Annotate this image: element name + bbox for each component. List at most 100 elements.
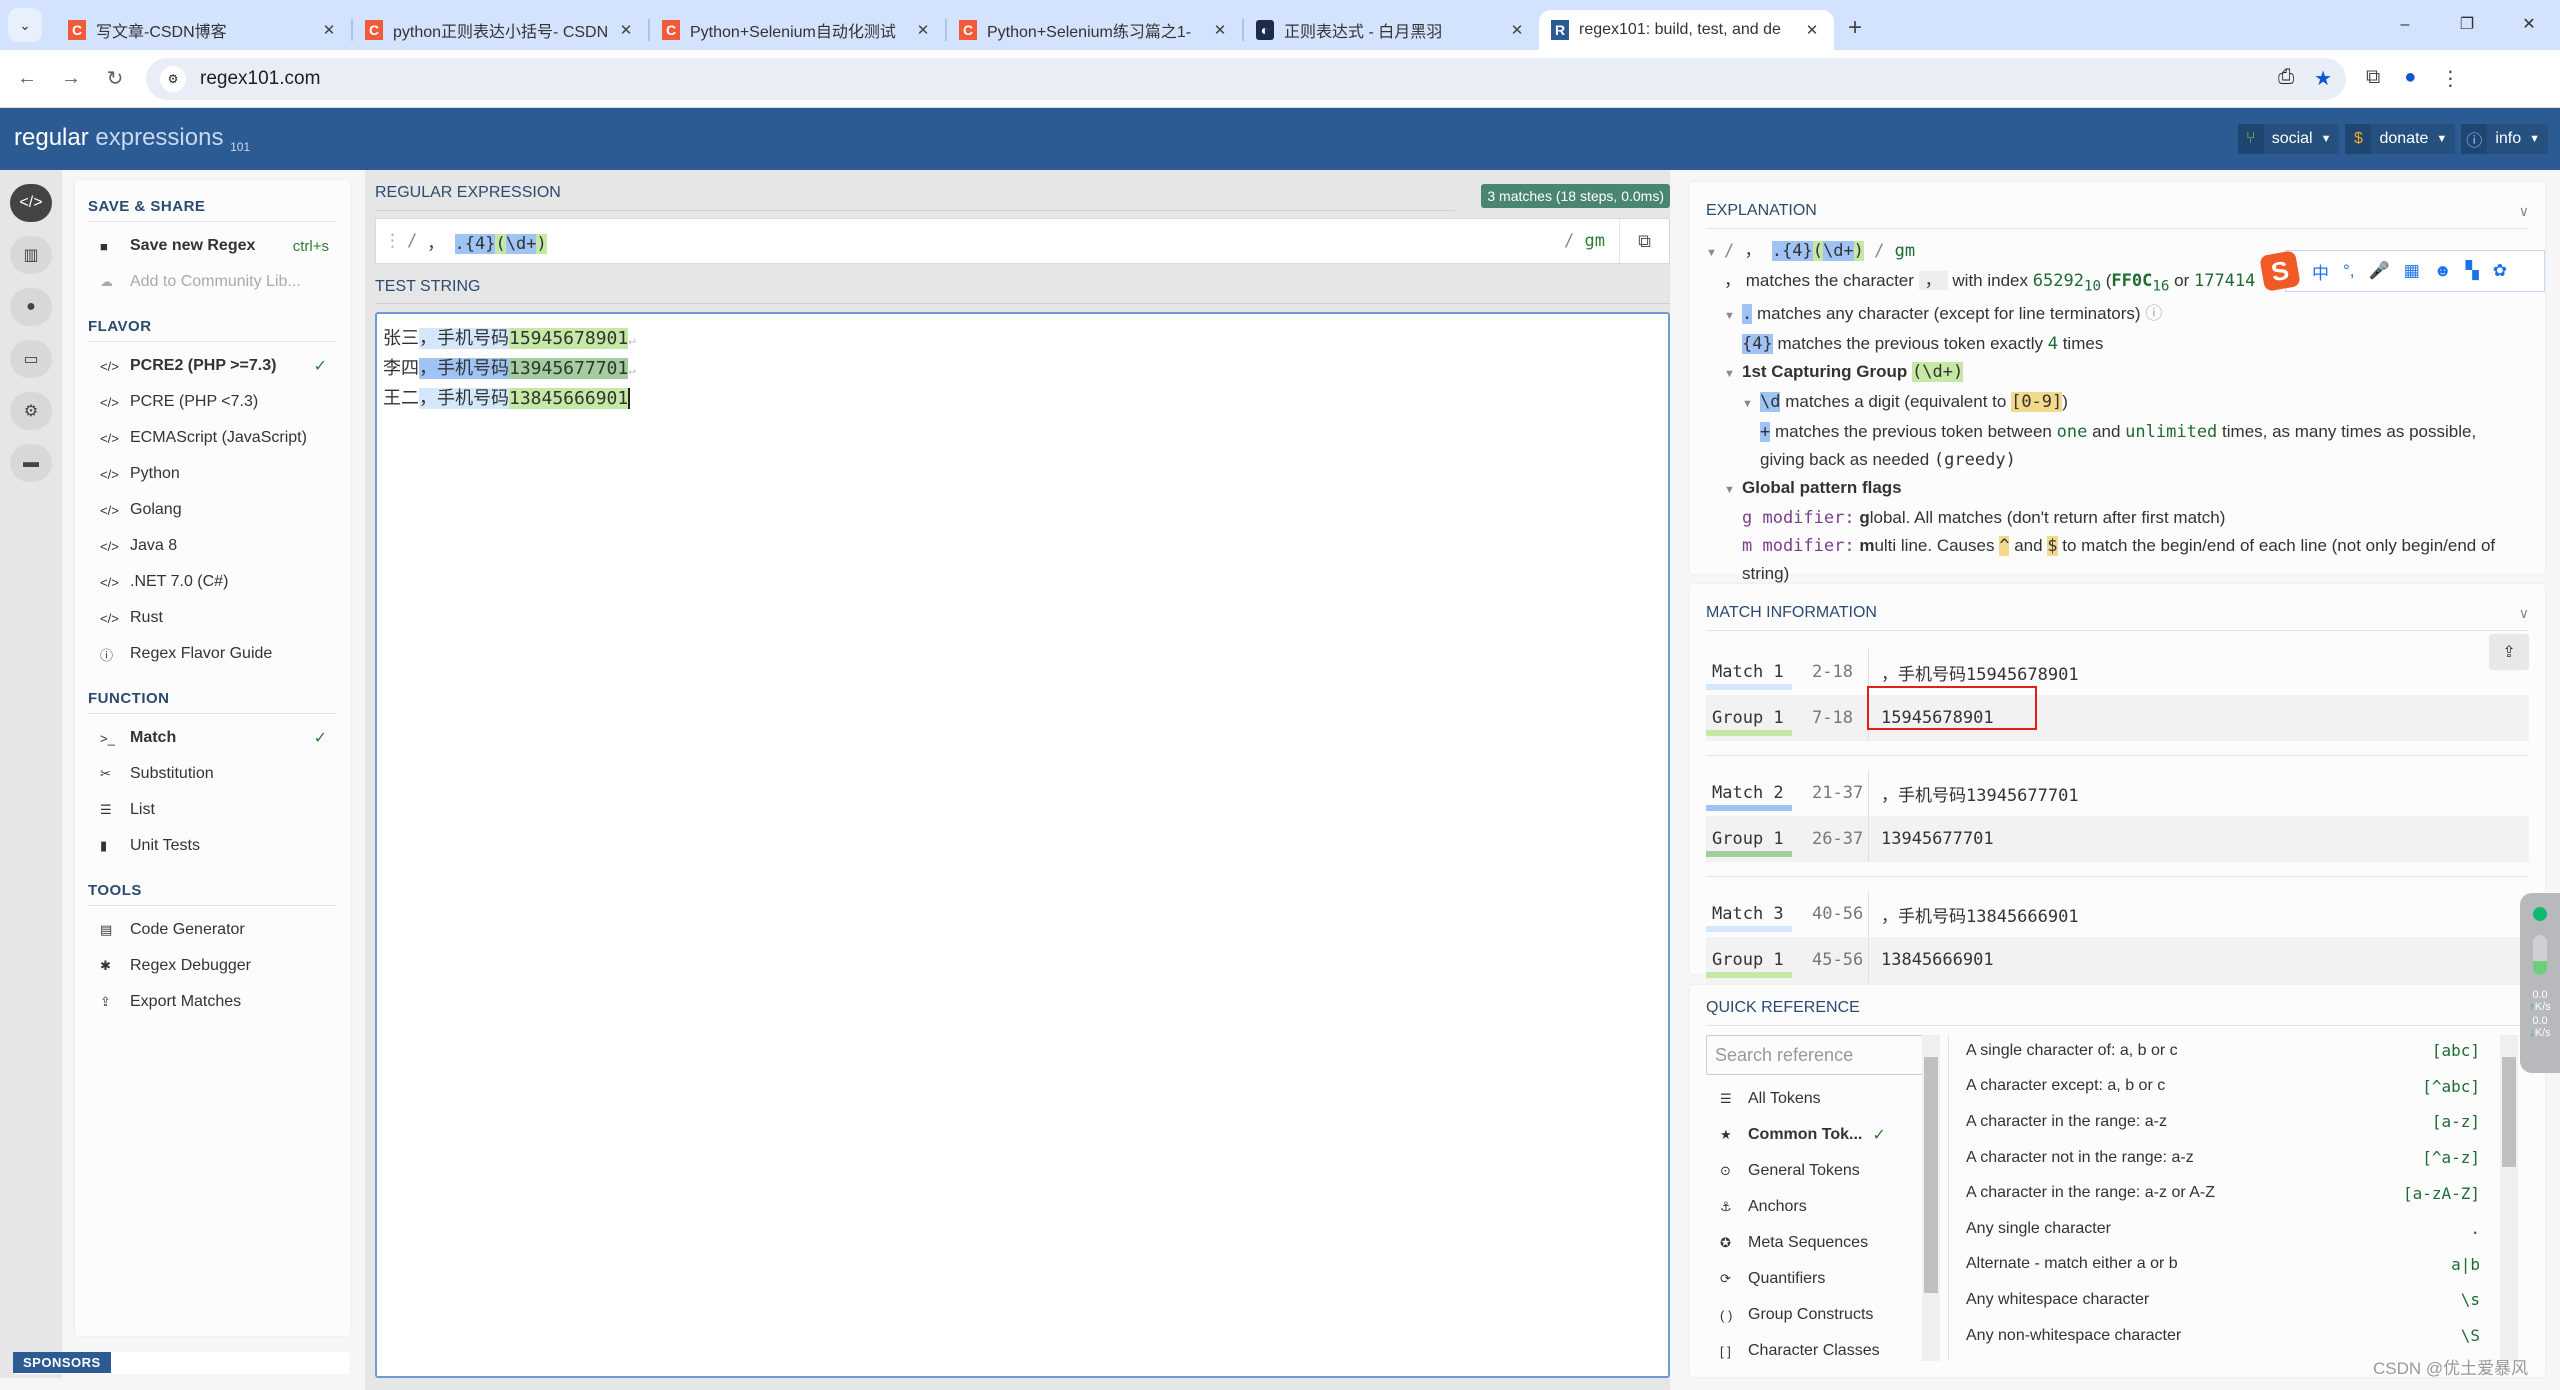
new-tab-button[interactable]: + (1848, 14, 1862, 42)
export-matches-button[interactable]: ⇪ (2489, 634, 2529, 670)
help-circle-icon[interactable]: ⓘ (2145, 304, 2162, 323)
chevron-down-icon[interactable]: ∨ (2519, 605, 2529, 622)
browser-tab[interactable]: ◐ 正则表达式 - 白月黑羽 ✕ (1244, 10, 1539, 50)
reload-icon[interactable]: ↻ (98, 66, 132, 91)
social-button[interactable]: ⑂ social ▼ (2237, 124, 2340, 154)
close-tab-icon[interactable]: ✕ (913, 21, 933, 39)
quick-reference-header[interactable]: QUICK REFERENCE (1706, 985, 2529, 1026)
qref-category[interactable]: ( ) Group Constructs (1706, 1297, 1946, 1333)
collapse-icon[interactable]: ▼ (1724, 477, 1742, 504)
qref-item[interactable]: A character not in the range: a-z [^a-z] (1966, 1140, 2490, 1176)
scrollbar-thumb[interactable] (1924, 1057, 1938, 1293)
rail-account-button[interactable]: ● (10, 288, 52, 326)
info-button[interactable]: ⓘ info ▼ (2461, 124, 2548, 154)
match-row[interactable]: Match 3 40-56 ，手机号码13845666901 (1706, 891, 2529, 937)
qref-category[interactable]: [ ] Character Classes (1706, 1333, 1946, 1369)
face-icon[interactable]: ☻ (2434, 261, 2452, 281)
minimize-icon[interactable]: – (2374, 0, 2436, 50)
qref-category[interactable]: ✪ Meta Sequences (1706, 1225, 1946, 1261)
qref-item[interactable]: Alternate - match either a or b a|b (1966, 1247, 2490, 1283)
ime-punct-toggle[interactable]: °, (2343, 261, 2355, 281)
regex-input[interactable]: ⋮ / ， .{4}(\d+) / gm ⧉ (375, 218, 1670, 264)
scrollbar-thumb[interactable] (2502, 1057, 2516, 1167)
rail-editor-button[interactable]: </> (10, 184, 52, 222)
browser-tab[interactable]: C Python+Selenium练习篇之1- ✕ (947, 10, 1242, 50)
profile-icon[interactable]: ● (2404, 66, 2416, 91)
rail-quiz-button[interactable]: ▭ (10, 340, 52, 378)
qref-category[interactable]: ★ Common Tok... ✓ (1706, 1117, 1946, 1153)
rail-library-button[interactable]: ▥ (10, 236, 52, 274)
keyboard-icon[interactable]: ▦ (2404, 261, 2420, 281)
flavor-guide-link[interactable]: ⓘ Regex Flavor Guide (88, 636, 337, 672)
flavor-item[interactable]: </> .NET 7.0 (C#) (88, 564, 337, 600)
qref-item[interactable]: A character in the range: a-z or A-Z [a-z… (1966, 1175, 2490, 1211)
tool-regex-debugger[interactable]: ✱ Regex Debugger (88, 948, 337, 984)
close-tab-icon[interactable]: ✕ (1507, 21, 1527, 39)
site-info-icon[interactable]: ⚙ (160, 65, 186, 92)
qref-category[interactable]: ⊙ General Tokens (1706, 1153, 1946, 1189)
match-row[interactable]: Match 2 21-37 ，手机号码13945677701 (1706, 770, 2529, 816)
qref-category[interactable]: ☰ All Tokens (1706, 1081, 1946, 1117)
network-speed-widget[interactable]: 0.0 ↑K/s 0.0 ↓K/s (2520, 893, 2560, 1073)
flavor-item[interactable]: </> ECMAScript (JavaScript) (88, 420, 337, 456)
flavor-item[interactable]: </> PCRE (PHP <7.3) (88, 384, 337, 420)
apps-icon[interactable]: ▚ (2466, 261, 2479, 281)
mic-icon[interactable]: 🎤 (2369, 261, 2390, 281)
function-item-match[interactable]: >_ Match ✓ (88, 720, 337, 756)
collapse-icon[interactable]: ▼ (1706, 240, 1724, 267)
collapse-icon[interactable]: ▼ (1724, 361, 1742, 388)
flavor-item[interactable]: </> Python (88, 456, 337, 492)
category-scrollbar[interactable] (1922, 1035, 1940, 1361)
close-tab-icon[interactable]: ✕ (1210, 21, 1230, 39)
flavor-item[interactable]: </> PCRE2 (PHP >=7.3) ✓ (88, 348, 337, 384)
group-row[interactable]: Group 1 45-56 13845666901 (1706, 937, 2529, 983)
qref-item[interactable]: Any whitespace character \s (1966, 1282, 2490, 1318)
rail-chat-button[interactable]: ▬ (10, 444, 52, 482)
tool-export-matches[interactable]: ⇪ Export Matches (88, 984, 337, 1020)
ime-chinese-toggle[interactable]: 中 (2312, 259, 2329, 284)
extensions-icon[interactable]: ⧉ (2366, 66, 2380, 91)
match-info-header[interactable]: MATCH INFORMATION ∨ (1706, 584, 2529, 631)
close-window-icon[interactable]: ✕ (2498, 0, 2560, 50)
group-row[interactable]: Group 1 26-37 13945677701 (1706, 816, 2529, 862)
flavor-item[interactable]: </> Java 8 (88, 528, 337, 564)
reference-scrollbar[interactable] (2500, 1035, 2518, 1361)
skin-icon[interactable]: ✿ (2493, 261, 2507, 281)
collapse-icon[interactable]: ▼ (1724, 303, 1742, 330)
tool-code-generator[interactable]: ▤ Code Generator (88, 912, 337, 948)
copy-regex-button[interactable]: ⧉ (1619, 219, 1669, 263)
function-item-substitution[interactable]: ✂ Substitution (88, 756, 337, 792)
qref-category[interactable]: ⟳ Quantifiers (1706, 1261, 1946, 1297)
close-tab-icon[interactable]: ✕ (1802, 21, 1822, 39)
browser-tab[interactable]: C python正则表达小括号- CSDN ✕ (353, 10, 648, 50)
drag-handle-icon[interactable]: ⋮ (384, 231, 401, 251)
chevron-down-icon[interactable]: ∨ (2519, 203, 2529, 220)
flavor-item[interactable]: </> Golang (88, 492, 337, 528)
qref-item[interactable]: Any non-whitespace character \S (1966, 1318, 2490, 1354)
collapse-icon[interactable]: ▼ (1742, 391, 1760, 418)
function-item-unit-tests[interactable]: ▮ Unit Tests (88, 828, 337, 864)
install-app-icon[interactable]: ⎙ (2278, 66, 2294, 91)
close-tab-icon[interactable]: ✕ (319, 21, 339, 39)
regex-flags[interactable]: / gm (1564, 231, 1605, 251)
qref-item[interactable]: A character except: a, b or c [^abc] (1966, 1069, 2490, 1105)
sogou-logo-icon[interactable]: S (2259, 250, 2301, 292)
browser-tab[interactable]: C 写文章-CSDN博客 ✕ (56, 10, 351, 50)
qref-category[interactable]: ⚓ Anchors (1706, 1189, 1946, 1225)
back-icon[interactable]: ← (10, 67, 44, 90)
qref-item[interactable]: A single character of: a, b or c [abc] (1966, 1033, 2490, 1069)
browser-tab-active[interactable]: R regex101: build, test, and de ✕ (1539, 10, 1834, 50)
url-field[interactable]: ⚙ regex101.com ⎙ ★ (146, 57, 2346, 100)
flavor-item[interactable]: </> Rust (88, 600, 337, 636)
browser-tab[interactable]: C Python+Selenium自动化测试 ✕ (650, 10, 945, 50)
qref-item[interactable]: A character in the range: a-z [a-z] (1966, 1104, 2490, 1140)
close-tab-icon[interactable]: ✕ (616, 21, 636, 39)
bookmark-star-icon[interactable]: ★ (2314, 66, 2332, 91)
forward-icon[interactable]: → (54, 67, 88, 90)
function-item-list[interactable]: ☰ List (88, 792, 337, 828)
test-string-input[interactable]: 张三，手机号码15945678901↵ 李四，手机号码13945677701↵ … (375, 312, 1670, 1378)
explanation-header[interactable]: EXPLANATION ∨ (1706, 182, 2529, 229)
logo[interactable]: regular expressions 101 (14, 124, 250, 154)
match-row[interactable]: Match 1 2-18 ，手机号码15945678901 (1706, 649, 2529, 695)
add-community-button[interactable]: ☁ Add to Community Lib... (88, 264, 337, 300)
